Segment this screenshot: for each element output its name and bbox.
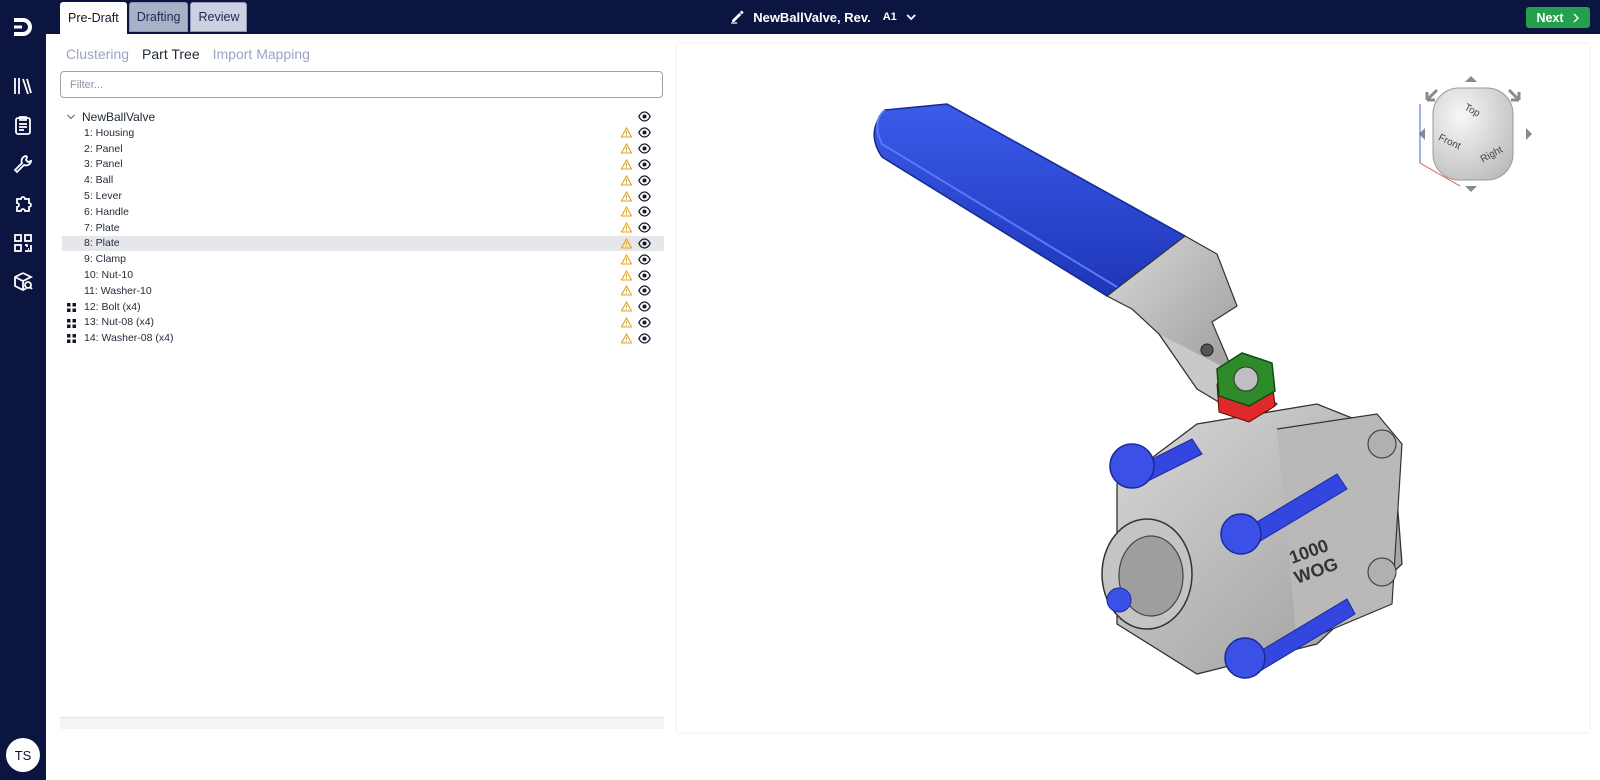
tree-item-label: 2: Panel <box>84 142 123 155</box>
model-viewport[interactable]: 1000 WOG Top Front Right <box>677 44 1589 732</box>
tree-item-label: 1: Housing <box>84 126 135 139</box>
group-icon <box>67 302 76 312</box>
eye-icon[interactable] <box>638 317 651 328</box>
chevron-right-icon <box>1573 13 1579 22</box>
revision-value: A1 <box>882 11 897 23</box>
tree-item[interactable]: 3: Panel <box>62 157 664 173</box>
warning-icon[interactable] <box>621 206 632 217</box>
nav-rail: TS <box>0 0 46 780</box>
stem-nut[interactable] <box>1216 352 1276 423</box>
warning-icon[interactable] <box>621 253 632 265</box>
tree-root-label: NewBallValve <box>82 109 156 124</box>
package-search-icon[interactable] <box>11 270 35 294</box>
eye-icon[interactable] <box>638 127 651 139</box>
tree-item-label: 7: Plate <box>84 221 120 234</box>
filter-input[interactable] <box>60 71 663 98</box>
next-button-label: Next <box>1536 10 1564 25</box>
eye-icon[interactable] <box>638 269 651 281</box>
tab-drafting[interactable]: Drafting <box>128 2 189 32</box>
warning-icon[interactable] <box>621 285 632 296</box>
tab-pre-draft[interactable]: Pre-Draft <box>60 2 127 34</box>
eye-icon[interactable] <box>638 111 651 122</box>
tree-item[interactable]: 1: Housing <box>62 125 664 141</box>
next-button[interactable]: Next <box>1526 7 1590 28</box>
warning-icon[interactable] <box>621 143 632 154</box>
part-tree: NewBallValve 1: Housing 2: Panel 3: Panel 4… <box>62 108 664 346</box>
eye-icon[interactable] <box>638 285 651 297</box>
document-title[interactable]: NewBallValve, Rev. A1 <box>729 0 917 34</box>
eye-icon[interactable] <box>638 190 651 202</box>
warning-icon[interactable] <box>621 222 632 233</box>
tree-item-label: 10: Nut-10 <box>84 269 134 282</box>
tree-item-label: 11: Washer-10 <box>84 284 152 297</box>
tree-item[interactable]: 9: Clamp <box>62 251 664 267</box>
model-render: 1000 WOG Top Front Right <box>873 76 1532 679</box>
top-header: Pre-Draft Drafting Review NewBallValve, … <box>46 0 1600 34</box>
tree-item-label: 4: Ball <box>84 174 114 187</box>
tree-item-label: 8: Plate <box>84 237 120 250</box>
panel-tabs: Clustering Part Tree Import Mapping <box>66 46 310 62</box>
tree-item[interactable]: 13: Nut-08 (x4) <box>62 315 664 331</box>
tab-import-mapping[interactable]: Import Mapping <box>213 46 310 62</box>
eye-icon[interactable] <box>638 301 651 312</box>
user-avatar[interactable]: TS <box>6 738 40 772</box>
tree-item-label: 3: Panel <box>84 158 123 171</box>
warning-icon[interactable] <box>621 269 632 281</box>
wrench-icon[interactable] <box>11 152 35 176</box>
warning-icon[interactable] <box>621 301 632 312</box>
tree-item[interactable]: 8: Plate <box>62 235 664 252</box>
valve-handle[interactable] <box>873 103 1186 297</box>
document-name: NewBallValve, Rev. <box>753 9 871 25</box>
library-icon[interactable] <box>11 74 35 98</box>
tab-review[interactable]: Review <box>190 2 248 32</box>
tree-item[interactable]: 7: Plate <box>62 220 664 236</box>
logo-icon[interactable] <box>10 14 36 40</box>
tree-item[interactable]: 6: Handle <box>62 204 664 220</box>
puzzle-icon[interactable] <box>11 191 35 215</box>
eye-icon[interactable] <box>638 238 651 249</box>
tree-item[interactable]: 12: Bolt (x4) <box>62 299 664 315</box>
group-icon <box>67 334 76 344</box>
panel-footer <box>60 717 664 729</box>
warning-icon[interactable] <box>621 332 632 344</box>
eye-icon[interactable] <box>638 143 651 154</box>
eye-icon[interactable] <box>638 222 651 233</box>
eye-icon[interactable] <box>638 206 651 218</box>
warning-icon[interactable] <box>621 316 632 328</box>
eye-icon[interactable] <box>638 333 651 344</box>
view-cube[interactable]: Top Front Right <box>1419 76 1532 192</box>
tree-item[interactable]: 5: Lever <box>62 188 664 204</box>
tree-item-label: 6: Handle <box>84 205 129 218</box>
tab-part-tree[interactable]: Part Tree <box>142 46 200 62</box>
eye-icon[interactable] <box>638 254 651 265</box>
clipboard-icon[interactable] <box>11 113 35 137</box>
group-icon <box>67 318 76 328</box>
tree-item-label: 5: Lever <box>84 190 122 203</box>
tree-item[interactable]: 14: Washer-08 (x4) <box>62 330 664 346</box>
qr-icon[interactable] <box>11 231 35 255</box>
tree-item[interactable]: 11: Washer-10 <box>62 283 664 299</box>
tree-item-label: 14: Washer-08 (x4) <box>84 332 174 345</box>
eye-icon[interactable] <box>638 159 651 170</box>
tab-clustering[interactable]: Clustering <box>66 46 129 62</box>
tree-item-label: 9: Clamp <box>84 253 127 266</box>
pencil-icon <box>731 10 744 24</box>
tree-root-row[interactable]: NewBallValve <box>62 108 664 125</box>
warning-icon[interactable] <box>621 174 632 186</box>
warning-icon[interactable] <box>621 190 632 202</box>
tree-item[interactable]: 4: Ball <box>62 172 664 188</box>
stage-tabs: Pre-Draft Drafting Review <box>60 2 248 34</box>
eye-icon[interactable] <box>638 175 651 186</box>
tree-item-label: 12: Bolt (x4) <box>84 300 141 313</box>
tree-item[interactable]: 10: Nut-10 <box>62 267 664 283</box>
warning-icon[interactable] <box>621 237 632 249</box>
warning-icon[interactable] <box>621 158 632 170</box>
chevron-down-icon[interactable] <box>905 11 917 23</box>
chevron-down-icon[interactable] <box>66 112 76 122</box>
tree-item[interactable]: 2: Panel <box>62 141 664 157</box>
tree-item-label: 13: Nut-08 (x4) <box>84 316 155 329</box>
warning-icon[interactable] <box>621 127 632 138</box>
